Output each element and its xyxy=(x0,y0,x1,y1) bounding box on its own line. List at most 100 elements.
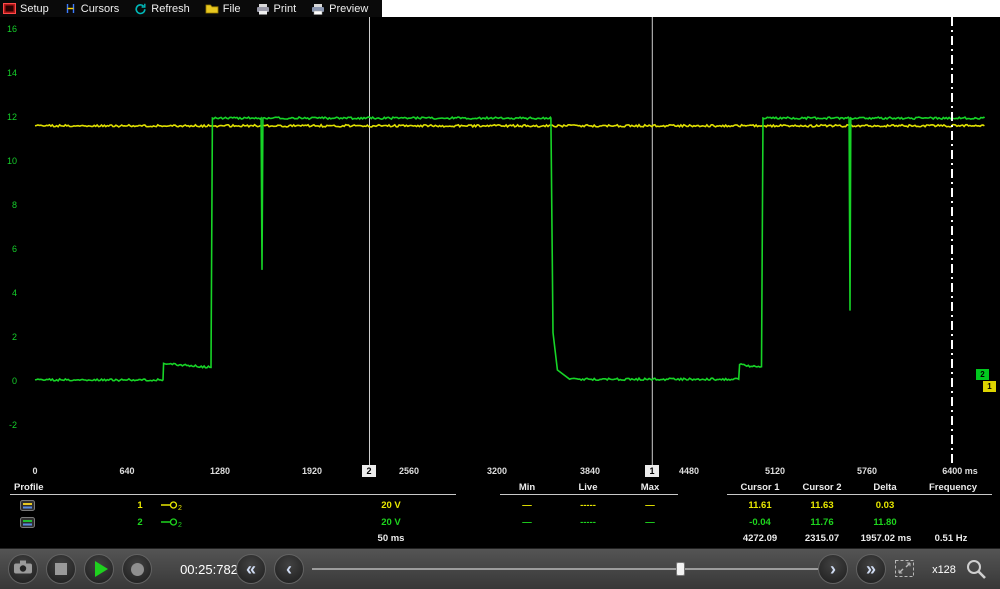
file-icon xyxy=(205,3,219,14)
menu-item-file[interactable]: File xyxy=(205,3,241,15)
value-cursor2: 11.76 xyxy=(792,517,852,528)
skip-forward-button[interactable]: » xyxy=(856,554,886,584)
scrub-handle[interactable] xyxy=(676,562,685,576)
header-cursor1: Cursor 1 xyxy=(730,482,790,493)
value-live: ----- xyxy=(563,500,613,511)
header-divider xyxy=(727,494,992,495)
menu-strip: Setup Cursors Refresh File Print Preview xyxy=(0,0,382,17)
x-axis-label: 5120 xyxy=(747,466,803,476)
sweep-rate: 50 ms xyxy=(366,533,416,544)
profile-title: Profile xyxy=(14,482,44,493)
skip-back-button[interactable]: « xyxy=(236,554,266,584)
x-axis-label: 5760 xyxy=(839,466,895,476)
skip-back-icon: « xyxy=(246,556,256,582)
print-icon xyxy=(256,3,270,15)
menu-item-preview[interactable]: Preview xyxy=(311,3,368,15)
x-axis-label: 0 xyxy=(7,466,63,476)
refresh-icon xyxy=(134,3,147,15)
channel-1-button[interactable] xyxy=(20,500,35,511)
x-axis: 0 640 1280 1920 2560 3200 3840 4480 5120… xyxy=(0,465,1000,478)
value-min: — xyxy=(502,517,552,528)
measurement-panel: Profile Min Live Max Cursor 1 Cursor 2 D… xyxy=(0,478,1000,548)
step-forward-icon: › xyxy=(830,556,836,582)
header-min: Min xyxy=(502,482,552,493)
trace-channel-2-green xyxy=(35,117,984,381)
snapshot-button[interactable] xyxy=(8,554,38,584)
zoom-level: x128 xyxy=(922,564,966,576)
value-max: — xyxy=(625,500,675,511)
cursor-frequency: 0.51 Hz xyxy=(915,533,987,544)
scope-app: Setup Cursors Refresh File Print Preview xyxy=(0,0,1000,589)
menu-label: Print xyxy=(274,3,297,15)
cursor2-time: 2315.07 xyxy=(792,533,852,544)
skip-forward-icon: » xyxy=(866,556,876,582)
value-max: — xyxy=(625,517,675,528)
record-icon xyxy=(131,563,144,576)
svg-text:2: 2 xyxy=(178,505,182,511)
value-delta: 0.03 xyxy=(855,500,915,511)
playback-time: 00:25:782 xyxy=(173,562,245,577)
channel-scale: 20 V xyxy=(366,517,416,528)
x-axis-label: 640 xyxy=(99,466,155,476)
menu-label: Cursors xyxy=(81,3,120,15)
svg-text:2: 2 xyxy=(178,522,182,528)
header-max: Max xyxy=(625,482,675,493)
probe-icon-channel-2[interactable]: 2 xyxy=(160,516,182,527)
camera-icon xyxy=(13,559,33,580)
menubar: Setup Cursors Refresh File Print Preview xyxy=(0,0,1000,17)
waveform-display[interactable]: 16 14 12 10 8 6 4 2 0 -2 2 1 xyxy=(0,17,1000,465)
stop-button[interactable] xyxy=(46,554,76,584)
value-min: — xyxy=(502,500,552,511)
header-cursor2: Cursor 2 xyxy=(792,482,852,493)
x-axis-label: 3840 xyxy=(562,466,618,476)
record-button[interactable] xyxy=(122,554,152,584)
header-frequency: Frequency xyxy=(917,482,989,493)
menu-item-cursors[interactable]: Cursors xyxy=(64,3,120,15)
channel-zero-marker-yellow[interactable]: 1 xyxy=(982,380,997,393)
setup-icon xyxy=(3,3,16,14)
menu-label: Preview xyxy=(329,3,368,15)
channel-number: 1 xyxy=(132,500,148,511)
channel-2-button[interactable] xyxy=(20,517,35,528)
cursor-flag-2[interactable]: 2 xyxy=(362,465,376,477)
x-axis-label: 6400 ms xyxy=(928,466,992,476)
menu-label: File xyxy=(223,3,241,15)
zoom-icon[interactable] xyxy=(964,557,988,586)
play-button[interactable] xyxy=(84,554,114,584)
cursor1-time: 4272.09 xyxy=(730,533,790,544)
channel-scale: 20 V xyxy=(366,500,416,511)
cursors-icon xyxy=(64,3,77,14)
x-axis-label: 1920 xyxy=(284,466,340,476)
channel-number: 2 xyxy=(132,517,148,528)
menu-label: Setup xyxy=(20,3,49,15)
scrub-track[interactable] xyxy=(312,568,818,570)
play-icon xyxy=(95,561,108,577)
step-back-button[interactable]: ‹ xyxy=(274,554,304,584)
stop-icon xyxy=(55,563,67,575)
menu-item-setup[interactable]: Setup xyxy=(3,3,49,15)
value-live: ----- xyxy=(563,517,613,528)
probe-icon-channel-1[interactable]: 2 xyxy=(160,499,182,510)
value-delta: 11.80 xyxy=(855,517,915,528)
value-cursor1: -0.04 xyxy=(730,517,790,528)
header-delta: Delta xyxy=(855,482,915,493)
menu-item-print[interactable]: Print xyxy=(256,3,297,15)
cursor-delta-time: 1957.02 ms xyxy=(850,533,922,544)
header-divider xyxy=(500,494,678,495)
value-cursor2: 11.63 xyxy=(792,500,852,511)
value-cursor1: 11.61 xyxy=(730,500,790,511)
x-axis-label: 3200 xyxy=(469,466,525,476)
menu-label: Refresh xyxy=(151,3,190,15)
header-divider xyxy=(10,494,456,495)
x-axis-label: 1280 xyxy=(192,466,248,476)
header-live: Live xyxy=(563,482,613,493)
preview-icon xyxy=(311,3,325,15)
cursor-flag-1[interactable]: 1 xyxy=(645,465,659,477)
menu-item-refresh[interactable]: Refresh xyxy=(134,3,190,15)
x-axis-label: 2560 xyxy=(381,466,437,476)
waveform-svg xyxy=(0,17,1000,465)
x-axis-label: 4480 xyxy=(661,466,717,476)
fit-screen-icon[interactable] xyxy=(894,559,915,583)
step-forward-button[interactable]: › xyxy=(818,554,848,584)
transport-bar: 00:25:782 « ‹ › » x128 xyxy=(0,548,1000,589)
